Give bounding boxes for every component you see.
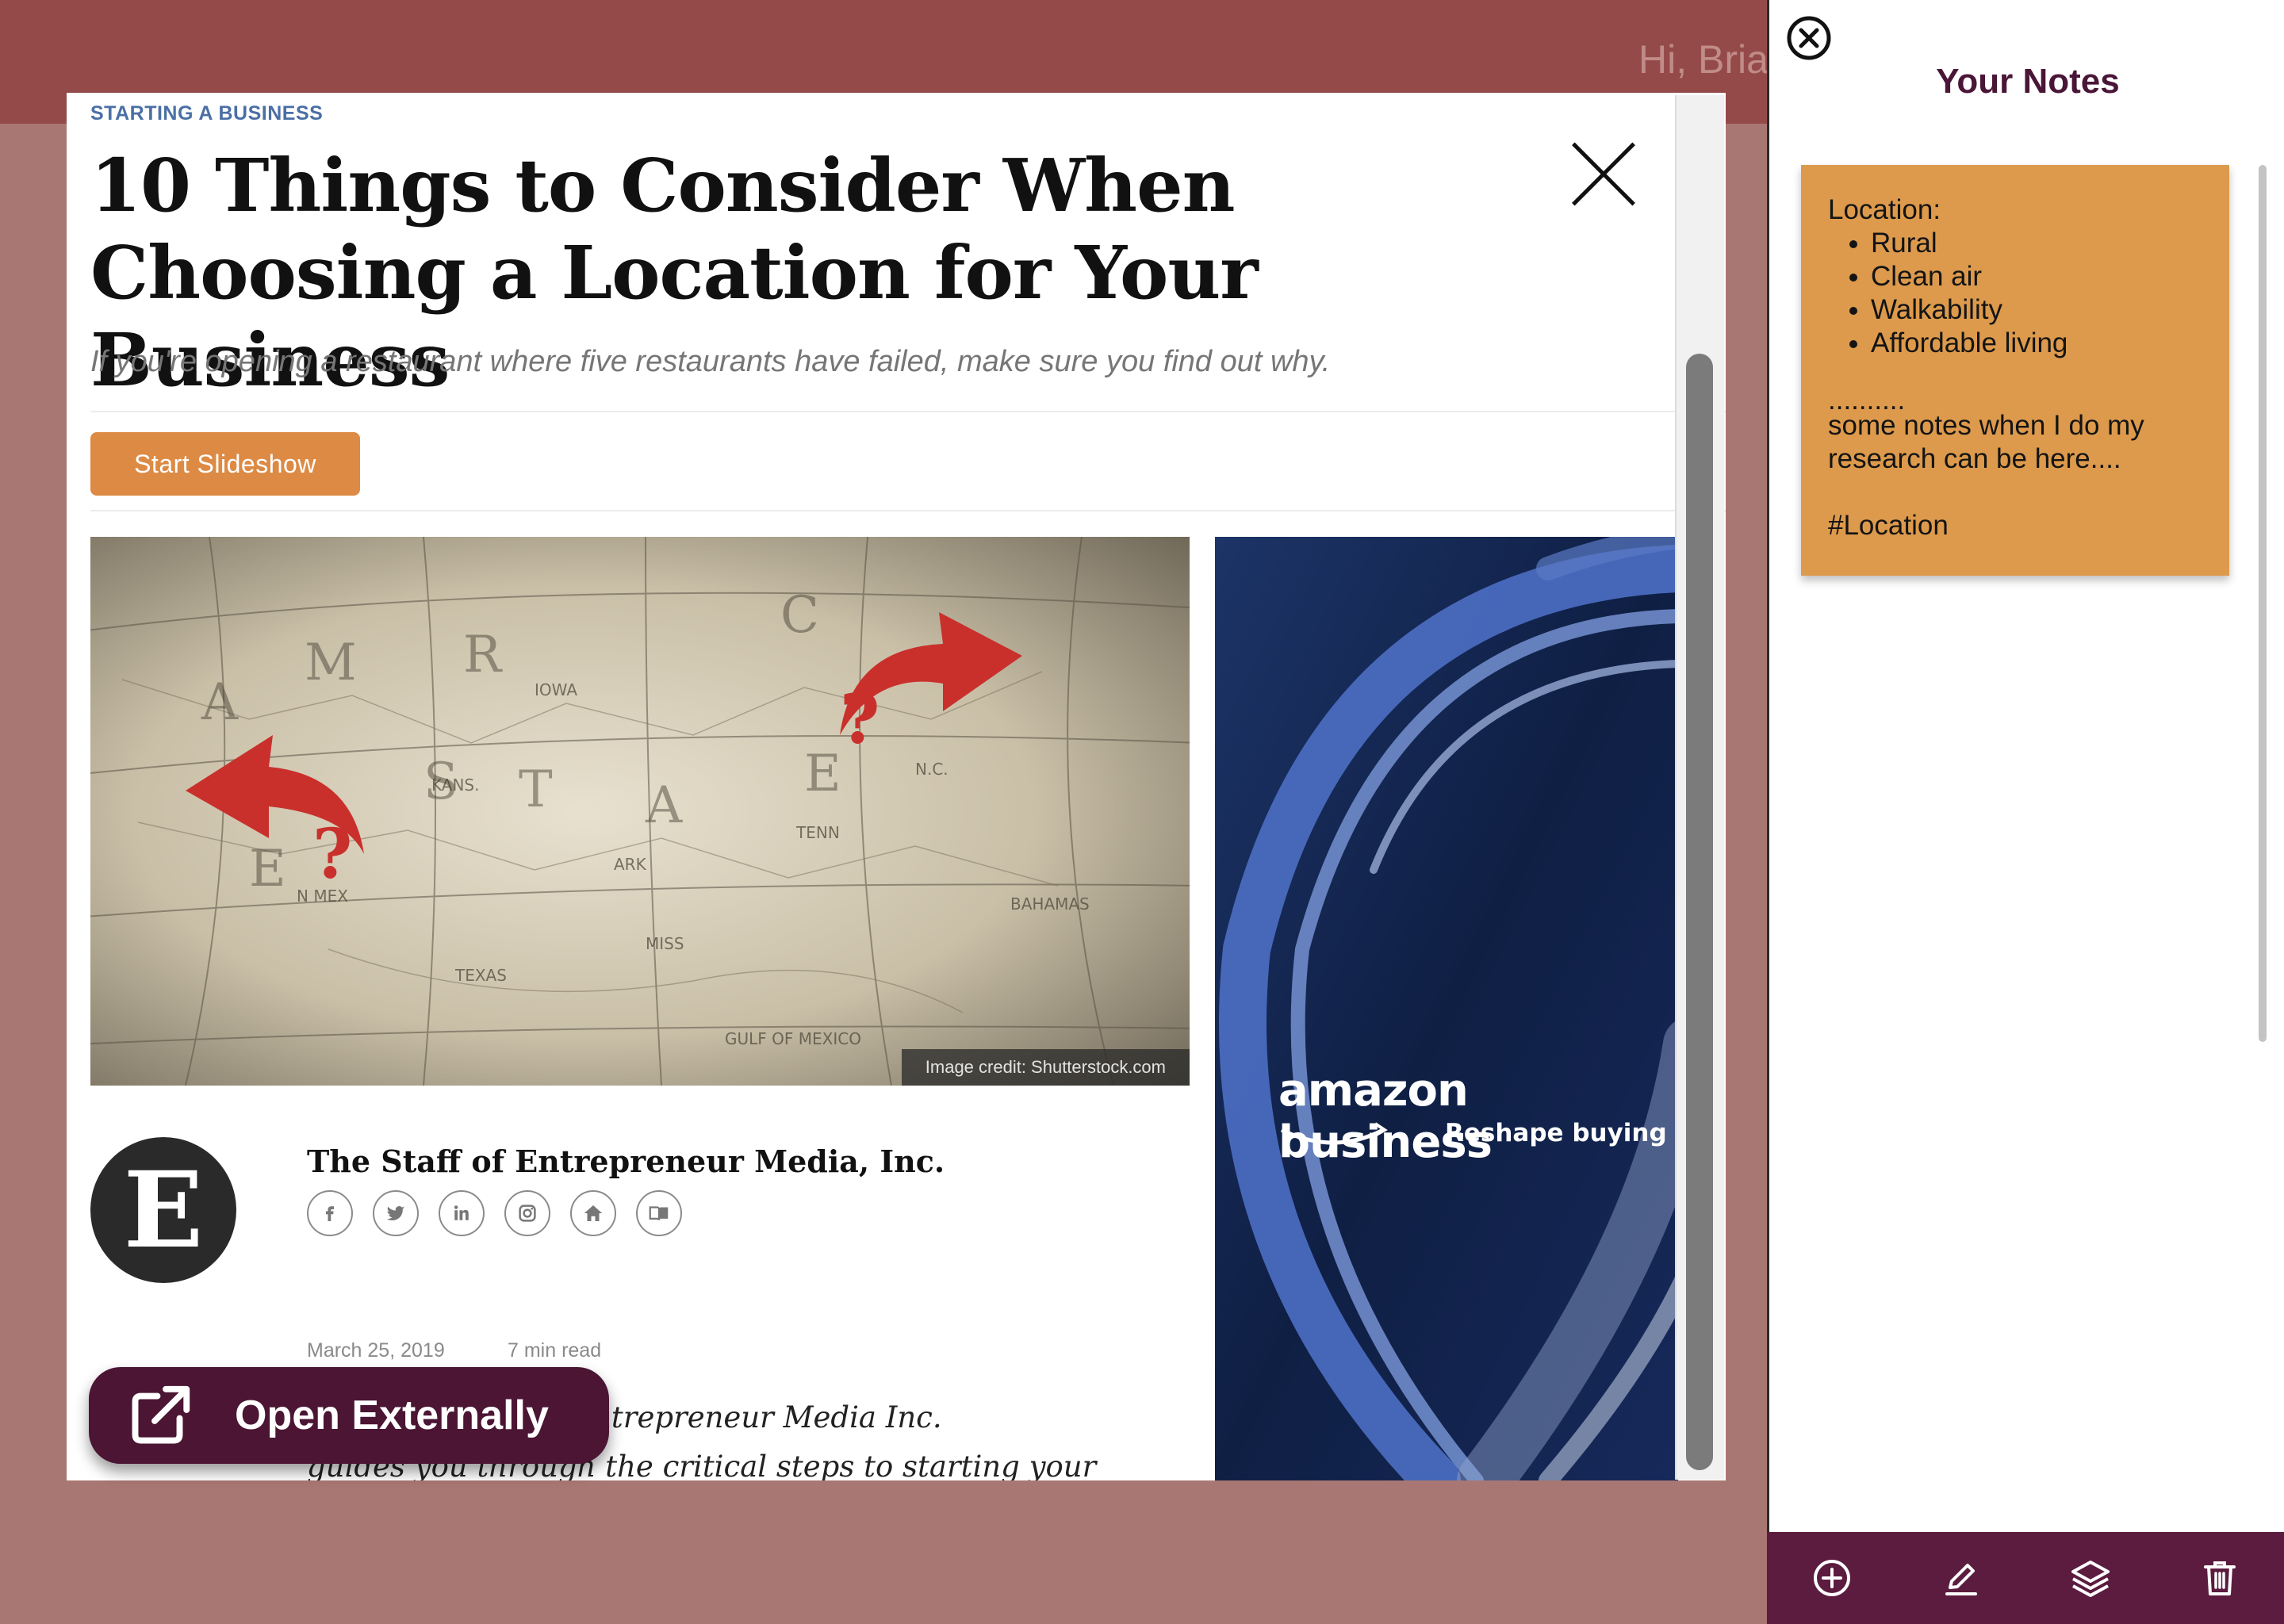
article-date: March 25, 2019	[307, 1339, 445, 1362]
globe-map-image: IOWAKANS. ARKMISS TEXASTENN N.C.GULF OF …	[90, 537, 1190, 1086]
svg-text:MISS: MISS	[646, 934, 684, 953]
svg-text:E: E	[804, 745, 841, 803]
svg-text:TENN: TENN	[795, 823, 840, 842]
author-name[interactable]: The Staff of Entrepreneur Media, Inc.	[307, 1143, 945, 1179]
layers-button[interactable]	[2068, 1556, 2113, 1600]
open-externally-label: Open Externally	[235, 1392, 549, 1438]
layers-icon	[2071, 1561, 2110, 1597]
svg-text:GULF OF MEXICO: GULF OF MEXICO	[725, 1029, 861, 1048]
svg-text:S: S	[423, 753, 458, 811]
open-externally-button[interactable]: Open Externally	[89, 1367, 609, 1464]
svg-text:C: C	[780, 586, 819, 645]
divider	[90, 411, 1726, 412]
note-list-item: Walkability	[1871, 293, 2202, 327]
ad-background	[1215, 537, 1678, 1480]
book-icon[interactable]	[636, 1190, 682, 1236]
add-note-button[interactable]	[1810, 1556, 1854, 1600]
svg-text:IOWA: IOWA	[535, 680, 577, 699]
author-social-links	[307, 1190, 682, 1236]
note-heading: Location:	[1828, 194, 1941, 225]
svg-text:E: E	[249, 840, 286, 898]
svg-text:A: A	[201, 673, 239, 732]
article-scrollbar-thumb[interactable]	[1686, 354, 1713, 1470]
note-tag: #Location	[1828, 510, 1949, 541]
image-credit: Image credit: Shutterstock.com	[901, 1049, 1190, 1086]
instagram-icon[interactable]	[504, 1190, 550, 1236]
notes-title: Your Notes	[1936, 62, 2120, 101]
read-time: 7 min read	[508, 1339, 602, 1362]
svg-text:N.C.: N.C.	[915, 760, 948, 779]
note-list-item: Rural	[1871, 227, 2202, 260]
user-greeting: Hi, Bria	[1638, 37, 1769, 82]
svg-text:M: M	[305, 634, 357, 692]
svg-text:T: T	[519, 760, 553, 819]
divider	[90, 510, 1726, 511]
edit-icon	[1945, 1564, 1977, 1595]
twitter-icon[interactable]	[373, 1190, 419, 1236]
close-article-icon[interactable]	[1567, 137, 1640, 210]
home-icon[interactable]	[570, 1190, 616, 1236]
note-separator: ..........	[1828, 385, 1906, 416]
svg-text:R: R	[463, 626, 503, 684]
note-card[interactable]: Location: Rural Clean air Walkability Af…	[1801, 165, 2229, 576]
article-subtitle: If you're opening a restaurant where fiv…	[90, 345, 1331, 378]
external-link-icon	[132, 1385, 190, 1444]
notes-panel: Your Notes Location: Rural Clean air Wal…	[1767, 0, 2284, 1624]
ad-tagline: Reshape buying	[1445, 1119, 1667, 1147]
svg-text:A: A	[645, 776, 683, 835]
notes-toolbar	[1767, 1532, 2284, 1624]
article-modal: STARTING A BUSINESS 10 Things to Conside…	[67, 93, 1726, 1480]
svg-text:BAHAMAS: BAHAMAS	[1010, 894, 1090, 914]
notes-scrollbar[interactable]	[2259, 165, 2267, 1042]
svg-text:?: ?	[840, 680, 879, 760]
note-list-item: Affordable living	[1871, 327, 2202, 360]
close-notes-icon[interactable]	[1785, 14, 1833, 62]
edit-note-button[interactable]	[1939, 1556, 1983, 1600]
trash-icon	[2203, 1561, 2236, 1595]
svg-text:?: ?	[312, 814, 352, 894]
article-category[interactable]: STARTING A BUSINESS	[90, 102, 323, 125]
start-slideshow-button[interactable]: Start Slideshow	[90, 432, 360, 496]
add-icon	[1813, 1560, 1850, 1596]
svg-text:TEXAS: TEXAS	[454, 966, 507, 985]
author-avatar[interactable]: E	[90, 1137, 236, 1283]
linkedin-icon[interactable]	[439, 1190, 485, 1236]
note-list-item: Clean air	[1871, 260, 2202, 293]
hero-image: IOWA KANS. ARK MISS TEXAS TENN N.C. GULF OF …	[90, 537, 1190, 1086]
svg-text:ARK: ARK	[614, 855, 647, 874]
ad-brand: amazon business	[1278, 1065, 1493, 1168]
note-text: some notes when I do my research can be …	[1828, 410, 2144, 474]
note-list: Rural Clean air Walkability Affordable l…	[1828, 227, 2202, 360]
ad-banner[interactable]: amazon business Reshape buying	[1215, 537, 1678, 1480]
facebook-icon[interactable]	[307, 1190, 353, 1236]
delete-note-button[interactable]	[2198, 1556, 2242, 1600]
